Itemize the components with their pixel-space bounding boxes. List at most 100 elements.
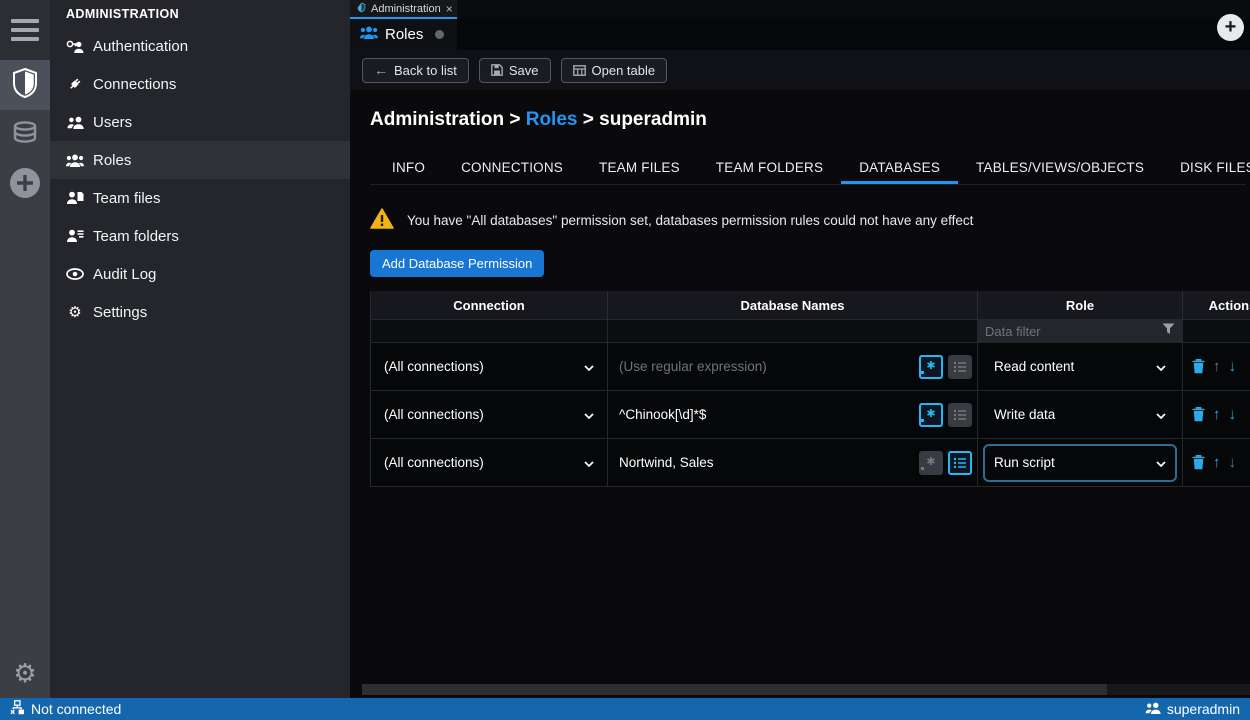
- tab-team-files[interactable]: TEAM FILES: [581, 152, 698, 184]
- column-header-database-names: Database Names: [608, 291, 978, 320]
- scrollbar-thumb[interactable]: [362, 684, 1107, 695]
- breadcrumb-separator: >: [509, 109, 520, 130]
- tab-tables-views-objects[interactable]: TABLES/VIEWS/OBJECTS: [958, 152, 1162, 184]
- regex-mode-toggle[interactable]: ✱: [919, 403, 943, 427]
- filter-funnel-icon[interactable]: [1162, 322, 1175, 340]
- role-select[interactable]: Write data: [983, 396, 1177, 434]
- regex-mode-toggle[interactable]: ✱: [919, 451, 943, 475]
- warning-triangle-icon: [370, 208, 394, 232]
- table-icon: [573, 65, 586, 76]
- sidebar-item-label: Team folders: [93, 228, 179, 245]
- tab-title: Administration: [371, 3, 441, 15]
- connection-filter-cell: [371, 320, 608, 343]
- actions-filter-cell: [1183, 320, 1250, 343]
- chevron-down-icon: [584, 407, 594, 422]
- database-names-input[interactable]: (Use regular expression): [608, 359, 919, 374]
- back-to-list-button[interactable]: ← Back to list: [362, 58, 469, 83]
- role-select[interactable]: Read content: [983, 348, 1177, 386]
- hamburger-menu-button[interactable]: [0, 0, 50, 60]
- sidebar-item-roles[interactable]: Roles: [50, 141, 350, 179]
- list-mode-toggle[interactable]: [948, 451, 972, 475]
- modified-dot-indicator: [435, 30, 444, 39]
- tab-info[interactable]: INFO: [374, 152, 443, 184]
- column-header-connection: Connection: [371, 291, 608, 320]
- tab-team-folders[interactable]: TEAM FOLDERS: [698, 152, 841, 184]
- move-up-icon[interactable]: ↑: [1213, 455, 1221, 470]
- open-table-button[interactable]: Open table: [561, 58, 668, 83]
- sidebar-item-label: Settings: [93, 304, 147, 321]
- warning-banner: You have "All databases" permission set,…: [370, 208, 1250, 232]
- move-up-icon: ↑: [1213, 359, 1221, 374]
- delete-row-icon[interactable]: [1192, 359, 1205, 374]
- sidebar-item-settings[interactable]: ⚙ Settings: [50, 293, 350, 331]
- sidebar-item-team-files[interactable]: Team files: [50, 179, 350, 217]
- horizontal-scrollbar[interactable]: [362, 684, 1250, 695]
- tab-databases[interactable]: DATABASES: [841, 152, 958, 184]
- column-header-actions: Actions: [1183, 291, 1250, 320]
- connection-select[interactable]: (All connections): [371, 359, 607, 374]
- sidebar-item-authentication[interactable]: Authentication: [50, 27, 350, 65]
- rail-item-new-connection[interactable]: [0, 160, 50, 210]
- tab-disk-files[interactable]: DISK FILES: [1162, 152, 1250, 184]
- connection-cell: (All connections): [371, 343, 608, 391]
- role-select[interactable]: Run script: [983, 444, 1177, 482]
- user-list-icon: [66, 229, 84, 243]
- delete-row-icon[interactable]: [1192, 407, 1205, 422]
- database-names-cell: ^Chinook[\d]*$ ✱: [608, 391, 978, 439]
- regex-mode-toggle[interactable]: ✱: [919, 355, 943, 379]
- doc-tab-roles[interactable]: Roles: [350, 19, 457, 50]
- delete-row-icon[interactable]: [1192, 455, 1205, 470]
- rail-item-administration[interactable]: [0, 60, 50, 110]
- sidebar-item-audit-log[interactable]: Audit Log: [50, 255, 350, 293]
- actions-cell: ↑ ↓: [1183, 391, 1250, 439]
- current-user[interactable]: superadmin: [1145, 701, 1240, 717]
- role-filter-input[interactable]: [985, 324, 1158, 339]
- shield-icon: [12, 68, 38, 103]
- move-down-icon: ↓: [1229, 455, 1237, 470]
- list-mode-toggle[interactable]: [948, 403, 972, 427]
- breadcrumb-root: Administration: [370, 109, 504, 130]
- sidebar-header: ADMINISTRATION: [50, 0, 350, 27]
- database-names-input[interactable]: Nortwind, Sales: [608, 455, 919, 470]
- breadcrumb: Administration > Roles > superadmin: [370, 109, 1250, 131]
- connection-select[interactable]: (All connections): [371, 455, 607, 470]
- window-tab-bar: Administration ×: [350, 0, 1250, 19]
- sidebar-item-label: Audit Log: [93, 266, 156, 283]
- connection-select[interactable]: (All connections): [371, 407, 607, 422]
- database-names-input[interactable]: ^Chinook[\d]*$: [608, 407, 919, 422]
- database-filter-cell: [608, 320, 978, 343]
- chevron-down-icon: [1156, 455, 1166, 470]
- tab-connections[interactable]: CONNECTIONS: [443, 152, 581, 184]
- close-icon[interactable]: ×: [446, 3, 453, 15]
- connection-cell: (All connections): [371, 439, 608, 487]
- permission-row: (All connections) (Use regular expressio…: [371, 343, 1250, 391]
- chevron-down-icon: [1156, 407, 1166, 422]
- sidebar-item-label: Roles: [93, 152, 131, 169]
- roles-detail-page: Administration > Roles > superadmin INFO…: [350, 90, 1250, 682]
- database-names-cell: Nortwind, Sales ✱: [608, 439, 978, 487]
- add-database-permission-button[interactable]: Add Database Permission: [370, 250, 544, 277]
- sidebar-item-connections[interactable]: Connections: [50, 65, 350, 103]
- rail-item-database[interactable]: [0, 110, 50, 160]
- breadcrumb-section[interactable]: Roles: [526, 109, 578, 130]
- sidebar-item-users[interactable]: Users: [50, 103, 350, 141]
- tab-administration[interactable]: Administration ×: [350, 0, 457, 19]
- eye-icon: [66, 268, 84, 280]
- doc-tab-bar: Roles: [350, 19, 1250, 50]
- save-button[interactable]: Save: [479, 58, 551, 83]
- roles-icon: [66, 154, 84, 167]
- username-text: superadmin: [1167, 701, 1240, 717]
- move-up-icon[interactable]: ↑: [1213, 407, 1221, 422]
- sidebar-item-team-folders[interactable]: Team folders: [50, 217, 350, 255]
- move-down-icon[interactable]: ↓: [1229, 359, 1237, 374]
- role-cell: Read content: [978, 343, 1183, 391]
- role-filter-cell: [978, 320, 1183, 343]
- list-mode-toggle[interactable]: [948, 355, 972, 379]
- connection-status: Not connected: [10, 700, 121, 718]
- add-tab-button[interactable]: +: [1217, 14, 1244, 41]
- permission-row: (All connections) Nortwind, Sales ✱: [371, 439, 1250, 487]
- database-icon: [12, 121, 38, 150]
- settings-gear-button[interactable]: ⚙: [0, 660, 50, 686]
- roles-icon: [360, 26, 378, 43]
- move-down-icon[interactable]: ↓: [1229, 407, 1237, 422]
